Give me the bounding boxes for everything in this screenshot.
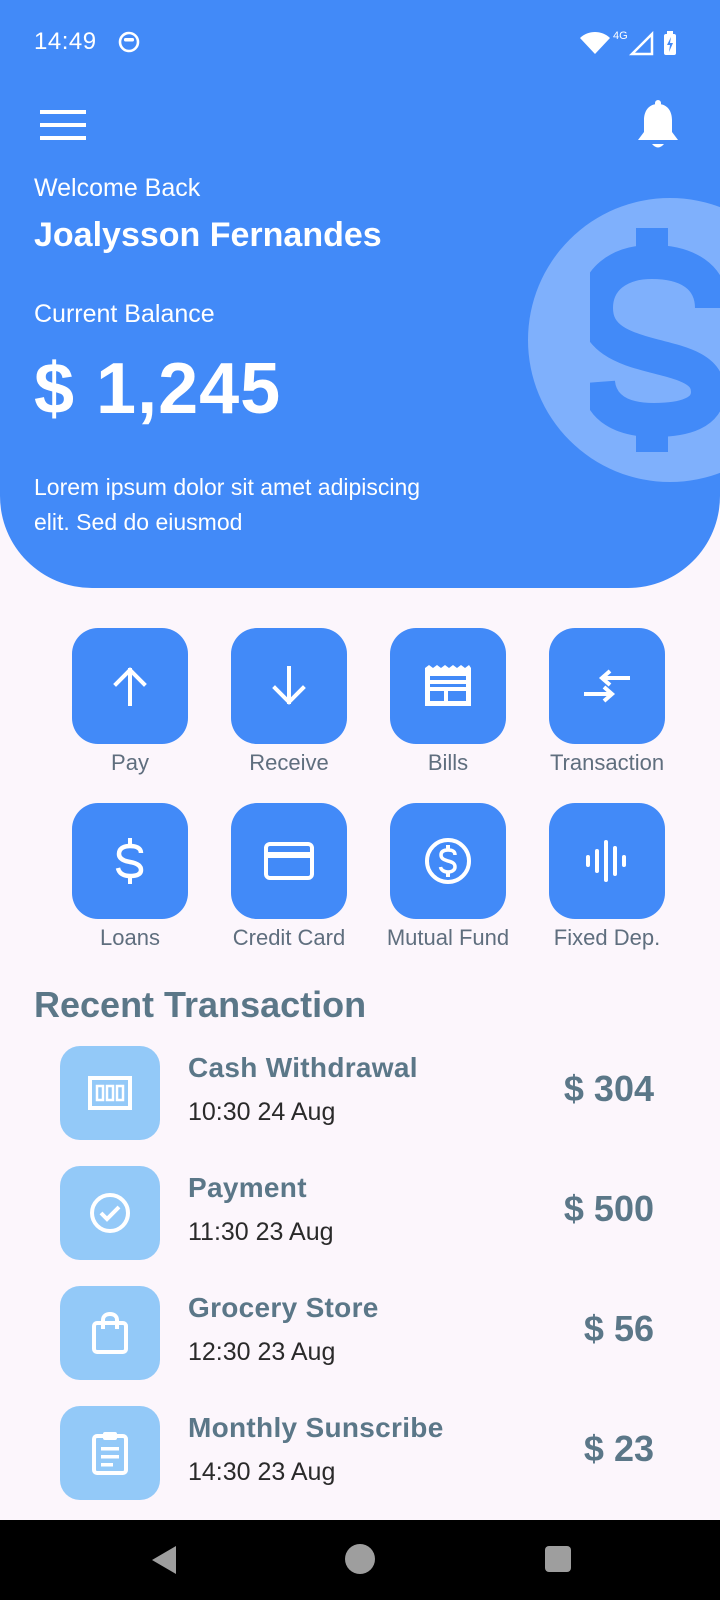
transaction-row[interactable]: Monthly Sunscribe 14:30 23 Aug $ 23 xyxy=(0,1406,720,1500)
arrow-down-icon xyxy=(272,666,306,705)
action-mutual-fund-tile[interactable] xyxy=(390,803,506,919)
balance-amount: $ 1,245 xyxy=(34,349,282,429)
check-circle-icon xyxy=(90,1193,130,1233)
header-panel: 14:49 4G Welcome Back Joalysson Fernande… xyxy=(0,0,720,588)
transaction-title: Monthly Sunscribe xyxy=(188,1412,444,1443)
waveform-icon xyxy=(586,840,626,882)
battery-icon xyxy=(664,31,676,55)
transaction-title: Cash Withdrawal xyxy=(188,1052,418,1083)
bill-icon xyxy=(425,665,471,706)
action-loans[interactable]: Loans xyxy=(50,803,210,951)
clipboard-icon xyxy=(92,1432,128,1475)
action-mutual-fund[interactable]: Mutual Fund xyxy=(368,803,528,951)
action-label: Mutual Fund xyxy=(386,925,510,950)
swap-arrows-icon xyxy=(584,669,630,703)
action-label: Pay xyxy=(111,750,149,775)
signal-icon xyxy=(628,30,654,56)
system-navigation-bar xyxy=(0,1520,720,1600)
action-receive-tile[interactable] xyxy=(231,628,347,744)
status-time: 14:49 xyxy=(34,28,97,55)
shopping-bag-icon xyxy=(92,1311,128,1354)
arrow-up-icon xyxy=(113,667,147,706)
transaction-row[interactable]: Payment 11:30 23 Aug $ 500 xyxy=(0,1166,720,1260)
action-credit-card-tile[interactable] xyxy=(231,803,347,919)
action-credit-card[interactable]: Credit Card xyxy=(209,803,369,951)
action-label: Transaction xyxy=(549,750,665,775)
action-bills-tile[interactable] xyxy=(390,628,506,744)
home-button[interactable] xyxy=(345,1544,375,1574)
recent-transaction-title: Recent Transaction xyxy=(34,984,367,1025)
action-fixed-deposit[interactable]: Fixed Dep. xyxy=(527,803,687,951)
wifi-icon xyxy=(580,32,610,54)
action-label: Receive xyxy=(249,750,329,775)
credit-card-icon xyxy=(264,842,314,880)
action-pay-tile[interactable] xyxy=(72,628,188,744)
action-bills[interactable]: Bills xyxy=(368,628,528,776)
network-type-label: 4G xyxy=(613,30,628,42)
dollar-decoration-icon xyxy=(590,228,720,452)
transaction-time: 11:30 23 Aug xyxy=(188,1218,334,1246)
user-name: Joalysson Fernandes xyxy=(34,216,382,254)
balance-label: Current Balance xyxy=(34,300,215,328)
cash-icon xyxy=(88,1076,132,1110)
status-icons: 4G xyxy=(580,30,676,56)
transaction-title: Payment xyxy=(188,1172,307,1203)
transaction-icon-tile xyxy=(60,1406,160,1500)
bell-icon xyxy=(638,100,678,148)
action-label: Credit Card xyxy=(232,925,346,950)
dollar-icon xyxy=(115,838,144,884)
notifications-button[interactable] xyxy=(634,100,682,152)
action-fixed-deposit-tile[interactable] xyxy=(549,803,665,919)
transaction-icon-tile xyxy=(60,1046,160,1140)
menu-button[interactable] xyxy=(40,106,86,144)
transaction-amount: $ 304 xyxy=(563,1068,654,1109)
action-transaction[interactable]: Transaction xyxy=(527,628,687,776)
transaction-icon-tile xyxy=(60,1286,160,1380)
recents-button[interactable] xyxy=(545,1546,571,1572)
action-label: Bills xyxy=(427,750,469,775)
action-transaction-tile[interactable] xyxy=(549,628,665,744)
status-notification-icon xyxy=(118,31,140,53)
dollar-circle-icon xyxy=(425,838,471,884)
transaction-amount: $ 500 xyxy=(563,1188,654,1229)
transaction-row[interactable]: Cash Withdrawal 10:30 24 Aug $ 304 xyxy=(0,1046,720,1140)
transaction-time: 14:30 23 Aug xyxy=(188,1458,336,1486)
action-pay[interactable]: Pay xyxy=(50,628,210,776)
transaction-title: Grocery Store xyxy=(188,1292,379,1323)
transaction-row[interactable]: Grocery Store 12:30 23 Aug $ 56 xyxy=(0,1286,720,1380)
transaction-amount: $ 23 xyxy=(583,1428,654,1469)
hamburger-icon xyxy=(40,110,86,140)
action-loans-tile[interactable] xyxy=(72,803,188,919)
action-label: Fixed Dep. xyxy=(553,925,661,950)
transaction-icon-tile xyxy=(60,1166,160,1260)
welcome-text: Welcome Back xyxy=(34,174,201,202)
action-receive[interactable]: Receive xyxy=(209,628,369,776)
back-button[interactable] xyxy=(148,1542,180,1578)
balance-description: Lorem ipsum dolor sit amet adipiscing el… xyxy=(34,474,421,535)
action-label: Loans xyxy=(100,925,160,950)
transaction-time: 12:30 23 Aug xyxy=(188,1338,336,1366)
back-triangle-icon xyxy=(152,1546,176,1574)
transaction-amount: $ 56 xyxy=(583,1308,654,1349)
transaction-time: 10:30 24 Aug xyxy=(188,1098,336,1126)
